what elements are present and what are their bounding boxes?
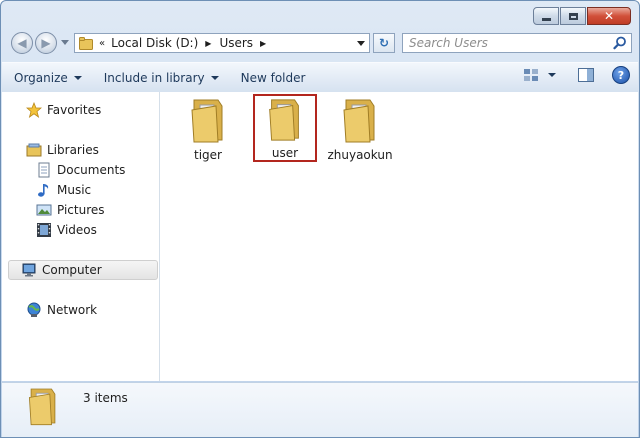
maximize-button[interactable] xyxy=(560,7,586,25)
item-count: 3 items xyxy=(83,391,128,405)
explorer-window: ✕ ◀ ▶ « Local Disk (D:) ▶ Users ▶ ↻ Sear… xyxy=(0,0,640,438)
computer-icon xyxy=(21,262,37,278)
navigation-pane: Favorites Libraries Documents Music Pict xyxy=(2,92,160,381)
search-icon[interactable] xyxy=(613,36,627,50)
forward-button[interactable]: ▶ xyxy=(35,32,57,54)
picture-icon xyxy=(36,202,52,218)
network-globe-icon xyxy=(26,302,42,318)
nav-favorites[interactable]: Favorites xyxy=(26,100,101,120)
search-input[interactable] xyxy=(403,34,609,52)
star-icon xyxy=(26,102,42,118)
navigation-row: ◀ ▶ « Local Disk (D:) ▶ Users ▶ ↻ xyxy=(1,31,639,57)
folder-icon xyxy=(269,99,299,141)
folder-item-zhuyaokun[interactable]: zhuyaokun xyxy=(327,96,393,162)
caption-buttons: ✕ xyxy=(533,7,631,25)
breadcrumb-arrow-icon[interactable]: ▶ xyxy=(205,39,211,48)
nav-network[interactable]: Network xyxy=(26,300,97,320)
address-bar[interactable]: « Local Disk (D:) ▶ Users ▶ xyxy=(74,33,370,53)
search-box[interactable] xyxy=(402,33,632,53)
command-bar: Organize Include in library New folder ? xyxy=(2,62,638,93)
nav-music-label: Music xyxy=(57,183,92,197)
document-icon xyxy=(36,162,52,178)
organize-button[interactable]: Organize xyxy=(2,71,92,85)
include-in-library-button[interactable]: Include in library xyxy=(92,71,229,85)
new-folder-button[interactable]: New folder xyxy=(229,71,316,85)
preview-pane-button[interactable] xyxy=(578,68,594,82)
folder-item-user[interactable]: user xyxy=(253,94,317,162)
address-dropdown-icon[interactable] xyxy=(357,41,365,46)
file-list: tiger user zhuyaokun xyxy=(160,92,638,381)
nav-documents-label: Documents xyxy=(57,163,126,177)
minimize-icon xyxy=(541,17,551,21)
nav-computer-label: Computer xyxy=(42,263,102,277)
nav-documents[interactable]: Documents xyxy=(36,160,125,180)
nav-videos[interactable]: Videos xyxy=(36,220,97,240)
arrow-left-icon: ◀ xyxy=(17,36,27,50)
nav-libraries-label: Libraries xyxy=(47,143,99,157)
nav-favorites-label: Favorites xyxy=(47,103,102,117)
preview-pane-icon xyxy=(578,68,594,82)
file-name: tiger xyxy=(194,148,222,162)
breadcrumb-local-disk[interactable]: Local Disk (D:) xyxy=(109,36,200,50)
film-strip-icon xyxy=(36,222,52,238)
details-pane: 3 items xyxy=(2,382,638,437)
nav-network-label: Network xyxy=(47,303,98,317)
chevron-down-icon xyxy=(210,75,219,80)
nav-pictures[interactable]: Pictures xyxy=(36,200,105,220)
nav-libraries[interactable]: Libraries xyxy=(26,140,99,160)
breadcrumb-users[interactable]: Users xyxy=(217,36,255,50)
nav-videos-label: Videos xyxy=(57,223,97,237)
view-options-dropdown[interactable] xyxy=(546,73,556,77)
chevron-down-icon xyxy=(73,75,82,80)
folder-icon xyxy=(28,388,56,426)
help-icon: ? xyxy=(612,66,630,84)
folder-icon xyxy=(191,99,223,143)
new-folder-label: New folder xyxy=(240,70,306,85)
recent-pages-dropdown[interactable] xyxy=(61,40,69,45)
view-controls: ? xyxy=(524,66,630,84)
organize-label: Organize xyxy=(14,70,68,85)
music-note-icon xyxy=(36,182,52,198)
nav-computer[interactable]: Computer xyxy=(8,260,158,280)
file-name: user xyxy=(271,146,299,160)
chevron-down-icon xyxy=(548,73,556,77)
folder-item-tiger[interactable]: tiger xyxy=(178,96,238,162)
arrow-right-icon: ▶ xyxy=(41,36,51,50)
library-icon xyxy=(26,142,42,158)
breadcrumb-arrow-icon[interactable]: ▶ xyxy=(260,39,266,48)
folder-icon xyxy=(79,36,93,50)
minimize-button[interactable] xyxy=(533,7,559,25)
close-icon: ✕ xyxy=(603,9,615,23)
include-in-library-label: Include in library xyxy=(103,70,205,85)
views-icon xyxy=(524,69,538,81)
refresh-button[interactable]: ↻ xyxy=(373,33,395,53)
nav-pictures-label: Pictures xyxy=(57,203,105,217)
help-button[interactable]: ? xyxy=(612,66,630,84)
close-button[interactable]: ✕ xyxy=(587,7,631,25)
refresh-icon: ↻ xyxy=(378,36,390,50)
nav-music[interactable]: Music xyxy=(36,180,91,200)
back-button[interactable]: ◀ xyxy=(11,32,33,54)
file-name: zhuyaokun xyxy=(327,148,393,162)
breadcrumb-overflow[interactable]: « xyxy=(99,38,105,49)
folder-icon xyxy=(343,99,375,143)
change-view-button[interactable] xyxy=(524,69,538,81)
maximize-icon xyxy=(568,12,578,20)
